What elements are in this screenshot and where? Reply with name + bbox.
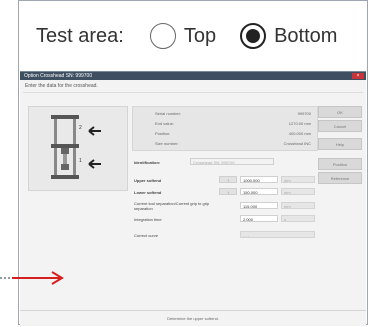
info-row: Position: 400.000 mm (141, 131, 311, 139)
info-value: 1270.00 mm (288, 121, 311, 126)
svg-text:1: 1 (79, 158, 82, 164)
info-row: End value: 1270.00 mm (141, 121, 311, 129)
cancel-button[interactable]: Cancel (318, 120, 362, 132)
upper-unit-dropdown[interactable]: mm (281, 176, 315, 183)
test-area-label: Test area: (36, 24, 124, 47)
info-key: Serial number: (155, 111, 182, 116)
integration-time-label: Integration time (134, 217, 162, 222)
status-bar: Determine the upper softend. (20, 310, 366, 326)
separation-input[interactable]: 115.000 (240, 202, 278, 209)
set-lower-button[interactable]: ↑ (219, 188, 237, 195)
radio-bottom-label: Bottom (274, 24, 338, 47)
info-key: Size number: (155, 141, 179, 146)
integration-unit-dropdown[interactable]: s (281, 215, 315, 222)
ok-button[interactable]: OK (318, 106, 362, 118)
info-value: 400.000 mm (288, 131, 311, 136)
radio-bottom-circle[interactable] (240, 23, 267, 49)
crosshead-dialog: Option Crosshead SN: 999700 × Enter the … (20, 71, 366, 326)
radio-top-label: Top (183, 24, 217, 47)
help-button[interactable]: Help (318, 138, 362, 150)
red-arrow-icon (0, 271, 64, 285)
subtitle-divider (23, 92, 363, 93)
identification-field: Crosshead SN: 999700 (190, 158, 274, 165)
reference-button[interactable]: Reference (318, 172, 362, 184)
upper-softend-input[interactable]: 1000.000 (240, 176, 278, 183)
lower-softend-label: Lower softend (134, 190, 162, 195)
position-button[interactable]: Position (318, 158, 362, 170)
radio-top-circle[interactable] (149, 23, 176, 49)
set-upper-button[interactable]: ↑ (219, 176, 237, 183)
dialog-titlebar: Option Crosshead SN: 999700 × (20, 72, 366, 80)
screenshot-frame: Test area: Top Bottom Option Crosshead S… (18, 0, 368, 326)
correct-curve-label: Correct curve (134, 233, 159, 238)
crosshead-info: Serial number: 999700 End value: 1270.00… (132, 106, 318, 151)
info-value: Crosshead INC (283, 141, 311, 146)
lower-softend-input[interactable]: 150.000 (240, 188, 278, 195)
svg-text:2: 2 (79, 125, 82, 131)
machine-diagram: 2 1 (28, 106, 128, 191)
correct-curve-dropdown[interactable]: - - - (240, 231, 315, 238)
dialog-subtitle: Enter the data for the crosshead. (25, 83, 98, 89)
radio-bottom[interactable]: Bottom (240, 23, 337, 49)
dialog-title: Option Crosshead SN: 999700 (24, 73, 93, 79)
info-key: Position: (155, 131, 171, 136)
upper-softend-label: Upper softend (134, 178, 162, 183)
lower-unit-dropdown[interactable]: mm (281, 188, 315, 195)
integration-time-input[interactable]: 2.000 (240, 215, 278, 222)
info-row: Size number: Crosshead INC (141, 141, 311, 149)
separation-label: Current tool separation/Current grip to … (134, 201, 210, 211)
test-area-selector: Test area: Top Bottom (19, 1, 367, 71)
info-key: End value: (155, 121, 174, 126)
info-value: 999700 (297, 111, 311, 116)
radio-top[interactable]: Top (149, 23, 217, 49)
machine-diagram-icon: 2 1 (51, 115, 101, 179)
close-button[interactable]: × (352, 73, 364, 79)
separation-unit-dropdown[interactable]: mm (281, 202, 315, 209)
identification-label: Identification: (134, 160, 161, 165)
info-row: Serial number: 999700 (141, 111, 311, 119)
